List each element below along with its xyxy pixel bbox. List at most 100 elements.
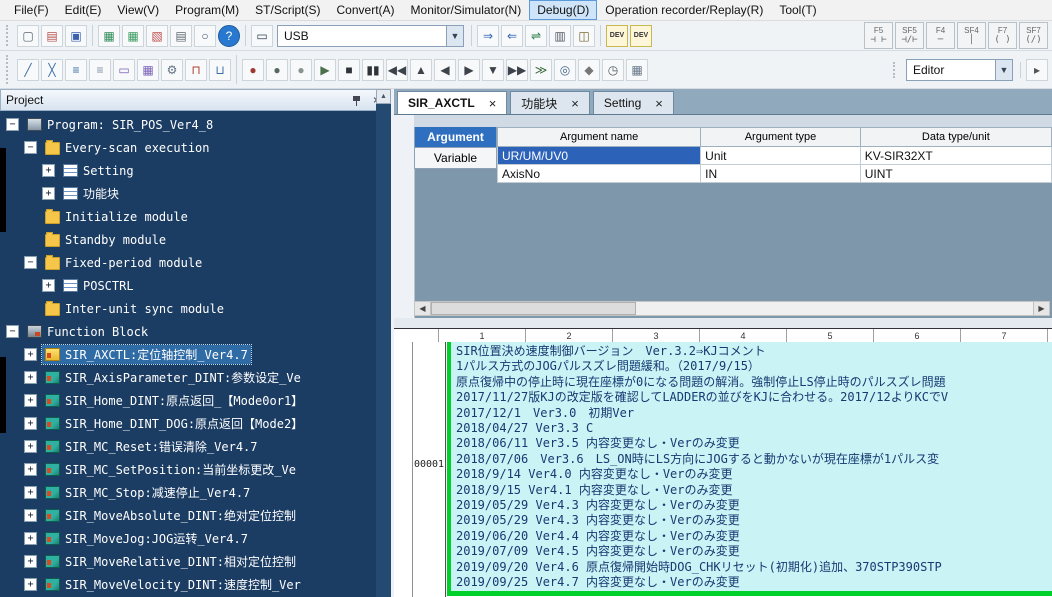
expander-icon[interactable]: [24, 394, 37, 407]
menu-item[interactable]: Operation recorder/Replay(R): [597, 0, 771, 20]
tree-item[interactable]: 功能块: [0, 182, 391, 205]
editor-mode-selector[interactable]: Editor ▼: [906, 59, 1013, 81]
function-key-button[interactable]: SF5 ⊣/⊢: [895, 22, 924, 49]
argument-name-cell[interactable]: UR/UM/UV0: [497, 147, 701, 165]
argument-type-cell[interactable]: IN: [701, 165, 861, 183]
tree-scrollbar[interactable]: ▲: [376, 89, 391, 597]
close-tab-icon[interactable]: ×: [655, 96, 663, 111]
toolbar-icon[interactable]: ⇒: [477, 25, 499, 47]
toolbar-icon[interactable]: ●: [242, 59, 264, 81]
toolbar-icon[interactable]: ⚙: [161, 59, 183, 81]
toolbar-icon[interactable]: ▶▶: [506, 59, 528, 81]
toolbar-icon[interactable]: DEV: [606, 25, 628, 47]
expander-icon[interactable]: [6, 325, 19, 338]
rung-number-gutter[interactable]: 00001: [412, 342, 446, 597]
side-tab[interactable]: Variable: [414, 148, 497, 169]
toolbar-icon[interactable]: ▲: [410, 59, 432, 81]
toolbar-icon[interactable]: ⊔: [209, 59, 231, 81]
scroll-left-icon[interactable]: ◀: [415, 302, 431, 315]
data-type-cell[interactable]: UINT: [861, 165, 1052, 183]
menu-item[interactable]: Program(M): [167, 0, 247, 20]
menu-item[interactable]: Debug(D): [529, 0, 597, 20]
toolbar-icon[interactable]: ▧: [146, 25, 168, 47]
tree-item[interactable]: SIR_Home_DINT:原点返回_【Mode0or1】: [0, 389, 391, 412]
toolbar-icon[interactable]: ▭: [113, 59, 135, 81]
expander-icon[interactable]: [24, 463, 37, 476]
toolbar-icon[interactable]: ▦: [122, 25, 144, 47]
horizontal-scrollbar[interactable]: ◀ ▶: [414, 301, 1050, 316]
pin-icon[interactable]: [348, 92, 365, 109]
tree-item[interactable]: SIR_AXCTL:定位轴控制_Ver4.7: [0, 343, 391, 366]
menu-item[interactable]: View(V): [109, 0, 167, 20]
toolbar-icon[interactable]: ◎: [554, 59, 576, 81]
toolbar-icon[interactable]: ◀◀: [386, 59, 408, 81]
tree-item[interactable]: SIR_MoveRelative_DINT:相对定位控制: [0, 550, 391, 573]
tree-item[interactable]: Fixed-period module: [0, 251, 391, 274]
toolbar-icon[interactable]: ◀: [434, 59, 456, 81]
tree-item[interactable]: Function Block: [0, 320, 391, 343]
toolbar-icon[interactable]: DEV: [630, 25, 652, 47]
close-tab-icon[interactable]: ×: [489, 96, 497, 111]
function-key-button[interactable]: F5 ⊣ ⊢: [864, 22, 893, 49]
menu-item[interactable]: Monitor/Simulator(N): [403, 0, 530, 20]
toolbar-icon[interactable]: ▶: [314, 59, 336, 81]
tree-item[interactable]: SIR_MoveAbsolute_DINT:绝对定位控制: [0, 504, 391, 527]
editor-tab[interactable]: Setting ×: [593, 91, 674, 114]
toolbar-icon[interactable]: ▦: [98, 25, 120, 47]
menu-item[interactable]: Tool(T): [771, 0, 824, 20]
tree-item[interactable]: Setting: [0, 159, 391, 182]
toolbar-icon[interactable]: ▤: [41, 25, 63, 47]
function-key-button[interactable]: F7 ( ): [988, 22, 1017, 49]
expander-icon[interactable]: [24, 417, 37, 430]
overflow-icon[interactable]: ▸: [1026, 59, 1048, 81]
expander-icon[interactable]: [24, 555, 37, 568]
data-type-cell[interactable]: KV-SIR32XT: [861, 147, 1052, 165]
scroll-up-icon[interactable]: ▲: [376, 89, 391, 104]
toolbar-icon[interactable]: ╱: [17, 59, 39, 81]
toolbar-icon[interactable]: ▦: [626, 59, 648, 81]
expander-icon[interactable]: [24, 578, 37, 591]
table-row[interactable]: AxisNo IN UINT: [497, 165, 1052, 183]
tree-item[interactable]: SIR_Home_DINT_DOG:原点返回【Mode2】: [0, 412, 391, 435]
toolbar-icon[interactable]: ╳: [41, 59, 63, 81]
expander-icon[interactable]: [42, 164, 55, 177]
toolbar-grip[interactable]: [6, 55, 13, 84]
editor-tab[interactable]: 功能块 ×: [510, 91, 590, 114]
toolbar-icon[interactable]: ○: [194, 25, 216, 47]
close-tab-icon[interactable]: ×: [571, 96, 579, 111]
chevron-down-icon[interactable]: ▼: [995, 60, 1012, 80]
scrollbar-thumb[interactable]: [431, 302, 636, 315]
toolbar-grip[interactable]: [893, 62, 900, 78]
function-key-button[interactable]: SF4 │: [957, 22, 986, 49]
expander-icon[interactable]: [24, 141, 37, 154]
tree-item[interactable]: SIR_AxisParameter_DINT:参数设定_Ve: [0, 366, 391, 389]
toolbar-icon[interactable]: ≡: [65, 59, 87, 81]
toolbar-icon[interactable]: ▦: [137, 59, 159, 81]
tree-item[interactable]: POSCTRL: [0, 274, 391, 297]
toolbar-icon[interactable]: ≡: [89, 59, 111, 81]
menu-item[interactable]: File(F): [6, 0, 57, 20]
toolbar-icon[interactable]: ⇐: [501, 25, 523, 47]
toolbar-icon[interactable]: ●: [266, 59, 288, 81]
tree-item[interactable]: SIR_MoveVelocity_DINT:速度控制_Ver: [0, 573, 391, 596]
expander-icon[interactable]: [24, 371, 37, 384]
tree-item[interactable]: SIR_MC_SetPosition:当前坐标更改_Ve: [0, 458, 391, 481]
toolbar-icon[interactable]: ■: [338, 59, 360, 81]
toolbar-icon[interactable]: ◫: [573, 25, 595, 47]
toolbar-icon[interactable]: ?: [218, 25, 240, 47]
panel-splitter[interactable]: [394, 318, 1052, 328]
expander-icon[interactable]: [24, 256, 37, 269]
toolbar-grip[interactable]: [6, 25, 13, 46]
toolbar-icon[interactable]: ▮▮: [362, 59, 384, 81]
function-key-button[interactable]: F4 ─: [926, 22, 955, 49]
table-row[interactable]: UR/UM/UV0 Unit KV-SIR32XT: [497, 147, 1052, 165]
tree-item[interactable]: Program: SIR_POS_Ver4_8: [0, 113, 391, 136]
tree-item[interactable]: Every-scan execution: [0, 136, 391, 159]
tree-item[interactable]: Initialize module: [0, 205, 391, 228]
expander-icon[interactable]: [24, 440, 37, 453]
toolbar-icon[interactable]: ▶: [458, 59, 480, 81]
menu-item[interactable]: Edit(E): [57, 0, 110, 20]
editor-tab[interactable]: SIR_AXCTL ×: [397, 91, 507, 114]
toolbar-icon[interactable]: ◷: [602, 59, 624, 81]
toolbar-icon[interactable]: ▣: [65, 25, 87, 47]
